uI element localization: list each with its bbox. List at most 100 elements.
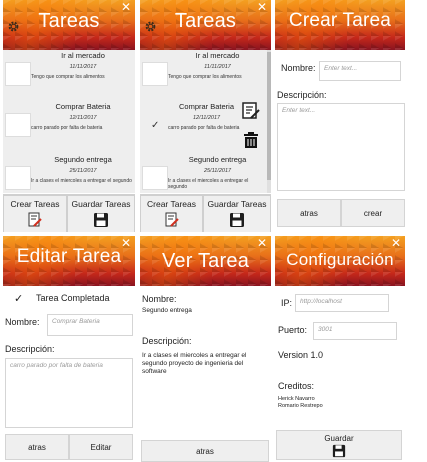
task-checkbox[interactable] (5, 62, 31, 86)
app-header: Tareas ✕ (3, 0, 135, 50)
descripcion-input[interactable]: carro parado por falta de bateria (5, 358, 133, 428)
trash-icon[interactable] (242, 131, 260, 149)
list-item[interactable]: Segundo entrega 25/11/2017 Ir a clases e… (140, 154, 267, 193)
task-date: 11/11/2017 (69, 64, 97, 70)
task-description: Tengo que comprar los alimentos (168, 74, 242, 80)
page-title: Editar Tarea (16, 246, 122, 267)
check-icon: ✓ (151, 120, 160, 131)
nombre-label: Nombre: (281, 63, 316, 73)
task-description: carro parado por falta de bateria (168, 125, 240, 131)
nombre-value: Segundo entrega (142, 307, 192, 314)
task-description: Ir a clases el miercoles a entregar el s… (31, 178, 132, 184)
configuracion-screen: Configuración ✕ IP: http://localhost Pue… (275, 236, 405, 462)
close-icon[interactable]: ✕ (391, 237, 401, 249)
page-title: Crear Tarea (288, 10, 392, 31)
task-list[interactable]: Ir al mercado 11/11/2017 Tengo que compr… (3, 50, 135, 193)
task-actions (241, 101, 263, 151)
tareas-selected-screen: Tareas ✕ Ir al mercado 11/11/2017 Tengo … (140, 0, 271, 232)
save-tasks-label: Guardar Tareas (71, 199, 131, 209)
tareas-screen: Tareas ✕ Ir al mercado 11/11/2017 Tengo … (3, 0, 135, 232)
task-name: Ir al mercado (61, 51, 105, 60)
edit-document-icon (28, 212, 42, 227)
nombre-label: Nombre: (5, 317, 40, 327)
save-tasks-label: Guardar Tareas (207, 199, 267, 209)
version-text: Version 1.0 (278, 350, 324, 360)
nombre-input[interactable]: Enter text... (319, 61, 401, 81)
task-date: 25/11/2017 (69, 168, 97, 174)
save-config-label: Guardar (324, 434, 354, 443)
nombre-label: Nombre: (142, 294, 177, 304)
list-item[interactable]: Comprar Bateria 12/11/2017 carro parado … (3, 101, 135, 153)
credit-name: Herick Navarro (278, 396, 315, 402)
task-description: carro parado por falta de bateria (31, 125, 103, 131)
page-title: Configuración (286, 250, 394, 269)
bottom-toolbar: Crear Tareas Guardar Tareas (140, 194, 271, 232)
task-name: Comprar Bateria (55, 102, 111, 111)
create-button[interactable]: crear (341, 199, 405, 227)
edit-document-icon (165, 212, 179, 227)
floppy-disk-icon (94, 213, 108, 227)
ver-tarea-screen: Ver Tarea ✕ Nombre: Segundo entrega Desc… (140, 236, 271, 462)
close-icon[interactable]: ✕ (121, 237, 131, 249)
list-item[interactable]: Segundo entrega 25/11/2017 Ir a clases e… (3, 154, 135, 193)
credit-name: Romario Restrepo (278, 403, 323, 409)
floppy-disk-icon (230, 213, 244, 227)
crear-tarea-screen: Crear Tarea Nombre: Enter text... Descri… (275, 0, 405, 232)
descripcion-label: Descripción: (277, 90, 327, 100)
credits-label: Creditos: (278, 381, 315, 391)
descripcion-input[interactable]: Enter text... (277, 103, 405, 191)
back-button[interactable]: atras (141, 440, 269, 462)
page-title: Ver Tarea (161, 250, 250, 272)
close-icon[interactable]: ✕ (257, 1, 267, 13)
app-header: Editar Tarea ✕ (3, 236, 135, 286)
floppy-disk-icon (332, 444, 346, 458)
list-item[interactable]: Ir al mercado 11/11/2017 Tengo que compr… (140, 50, 267, 102)
close-icon[interactable]: ✕ (257, 237, 267, 249)
task-checkbox[interactable] (142, 166, 168, 190)
task-description: Ir a clases el miercoles a entregar el s… (168, 178, 249, 190)
task-checkbox[interactable] (142, 62, 168, 86)
save-tasks-button[interactable]: Guardar Tareas (67, 195, 135, 232)
bottom-toolbar: Crear Tareas Guardar Tareas (3, 194, 135, 232)
task-date: 12/11/2017 (69, 115, 97, 121)
task-date: 12/11/2017 (192, 115, 221, 121)
task-name: Segundo entrega (188, 155, 247, 164)
save-tasks-button[interactable]: Guardar Tareas (203, 195, 271, 232)
close-icon[interactable]: ✕ (121, 1, 131, 13)
app-header: Crear Tarea (275, 0, 405, 50)
app-header: Tareas ✕ (140, 0, 271, 50)
ip-input[interactable]: http://localhost (295, 294, 389, 312)
descripcion-value: Ir a clases el miercoles a entregar el s… (142, 352, 247, 375)
task-checkbox[interactable] (5, 166, 31, 190)
scrollbar-thumb[interactable] (267, 52, 271, 180)
completed-check-icon[interactable]: ✓ (14, 292, 23, 305)
list-item[interactable]: Ir al mercado 11/11/2017 Tengo que compr… (3, 50, 135, 102)
port-input[interactable]: 3001 (313, 322, 397, 340)
create-tasks-button[interactable]: Crear Tareas (3, 195, 67, 232)
app-header: Configuración ✕ (275, 236, 405, 286)
ip-label: IP: (281, 298, 293, 308)
edit-icon[interactable] (241, 101, 261, 121)
descripcion-label: Descripción: (142, 336, 192, 346)
page-title: Tareas (38, 10, 100, 32)
task-date: 11/11/2017 (204, 64, 231, 70)
completed-label: Tarea Completada (36, 293, 110, 303)
editar-tarea-screen: Editar Tarea ✕ ✓ Tarea Completada Nombre… (3, 236, 135, 462)
port-label: Puerto: (278, 325, 308, 335)
task-name: Ir al mercado (195, 51, 240, 60)
save-config-button[interactable]: Guardar (276, 430, 402, 460)
create-tasks-button[interactable]: Crear Tareas (140, 195, 203, 232)
descripcion-label: Descripción: (5, 344, 55, 354)
task-name: Comprar Bateria (178, 102, 235, 111)
task-checkbox[interactable]: ✓ (142, 113, 168, 137)
task-name: Segundo entrega (54, 155, 112, 164)
back-button[interactable]: atras (277, 199, 341, 227)
nombre-input[interactable]: Comprar Bateria (47, 314, 133, 336)
app-header: Ver Tarea ✕ (140, 236, 271, 286)
task-description: Tengo que comprar los alimentos (31, 74, 105, 80)
create-tasks-label: Crear Tareas (10, 199, 60, 209)
task-date: 25/11/2017 (203, 168, 232, 174)
task-checkbox[interactable] (5, 113, 31, 137)
edit-button[interactable]: Editar (69, 434, 133, 460)
back-button[interactable]: atras (5, 434, 69, 460)
